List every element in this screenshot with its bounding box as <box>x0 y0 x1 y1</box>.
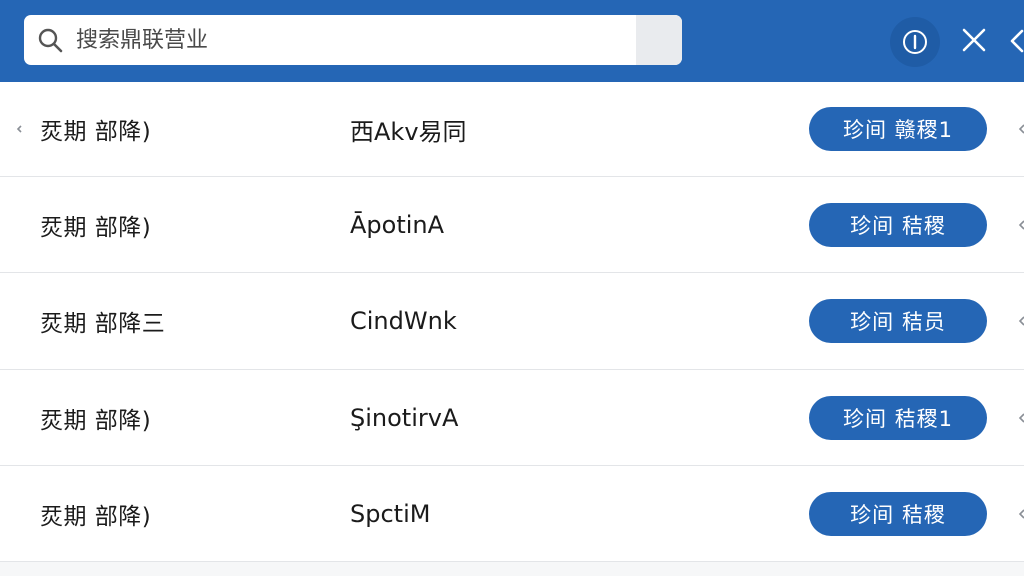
row-code: 西Akv易同 <box>350 117 467 146</box>
row-action-button[interactable]: 珍间 秸稷1 <box>809 395 987 440</box>
row-code: SpctiM <box>350 499 431 528</box>
info-circle-icon <box>903 30 927 54</box>
row-action-button[interactable]: 珍间 赣稷1 <box>809 107 987 151</box>
list-item[interactable]: 烎期 部降三 CindWnk 珍间 秸员 <box>0 273 1024 370</box>
list-item[interactable]: 烎期 部降) ŞinotirvA 珍间 秸稷1 <box>0 370 1024 466</box>
bullet-icon <box>16 125 22 133</box>
close-icon[interactable] <box>956 22 992 58</box>
row-name: 烎期 部降三 <box>40 311 166 337</box>
row-action-button[interactable]: 珍间 秸稷 <box>809 491 987 536</box>
row-action-button[interactable]: 珍间 秸稷 <box>809 202 987 247</box>
row-name: 烎期 部降) <box>40 214 152 241</box>
search-icon <box>38 28 63 53</box>
chevron-left-icon <box>1018 508 1024 519</box>
list-item[interactable]: 烎期 部降) SpctiM 珍间 秸稷 <box>0 466 1024 562</box>
chevron-left-icon[interactable] <box>1008 27 1024 55</box>
chevron-left-icon <box>1018 124 1024 134</box>
list-item[interactable]: 烎期 部降) 西Akv易同 珍间 赣稷1 <box>0 82 1024 177</box>
row-name: 烎期 部降) <box>40 119 152 145</box>
row-name: 烎期 部降) <box>40 503 152 530</box>
chevron-left-icon <box>1018 316 1024 326</box>
row-name: 烎期 部降) <box>40 407 152 434</box>
search-input-end <box>636 15 682 65</box>
top-bar <box>0 0 1024 82</box>
row-code: CindWnk <box>350 307 457 335</box>
search-input[interactable] <box>76 15 656 65</box>
result-list: 烎期 部降) 西Akv易同 珍间 赣稷1 烎期 部降) ĀpotinA 珍间 秸… <box>0 82 1024 562</box>
row-action-button[interactable]: 珍间 秸员 <box>809 299 987 343</box>
row-code: ĀpotinA <box>350 210 445 239</box>
chevron-left-icon <box>1018 219 1024 230</box>
list-item[interactable]: 烎期 部降) ĀpotinA 珍间 秸稷 <box>0 177 1024 273</box>
info-button[interactable] <box>890 17 940 67</box>
chevron-left-icon <box>1018 412 1024 423</box>
row-code: ŞinotirvA <box>350 403 459 432</box>
search-box[interactable] <box>24 15 682 65</box>
